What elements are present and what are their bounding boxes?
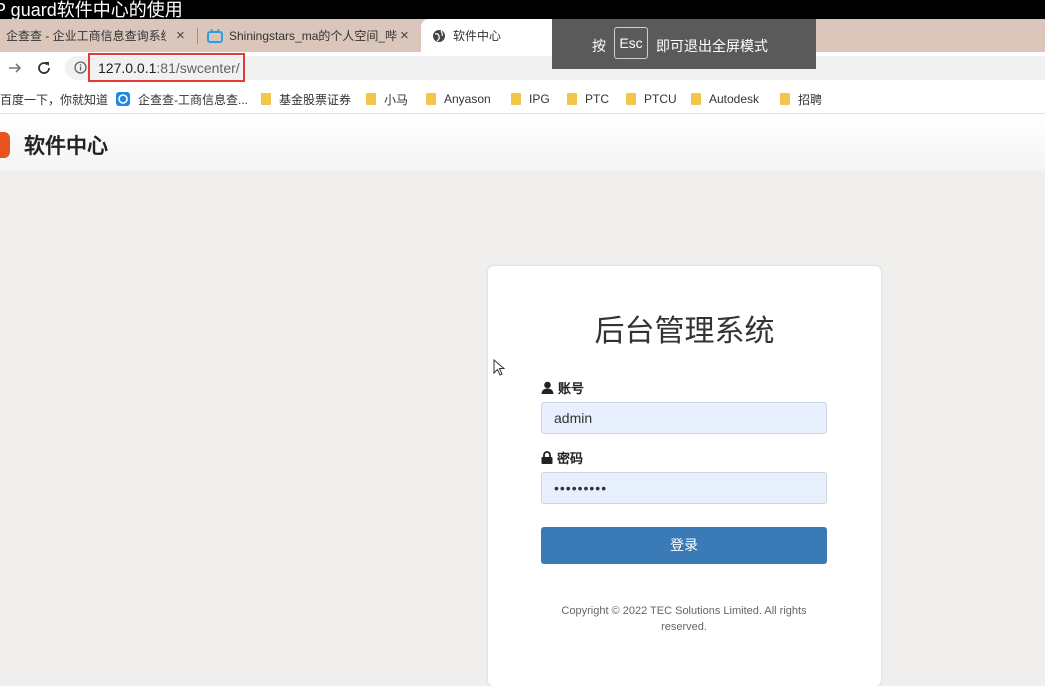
bookmark-folder[interactable]: Anyason [426, 91, 491, 107]
window-title-bar: P guard软件中心的使用 [0, 0, 1045, 19]
bookmark-label: 百度一下，你就知道 [0, 92, 109, 107]
tab-label: 企查查 - 企业工商信息查询系统 [6, 29, 166, 43]
bookmark-label: IPG [529, 92, 550, 106]
folder-icon [780, 93, 790, 105]
tab-qichacha[interactable]: 企查查 - 企业工商信息查询系统 × [0, 19, 196, 52]
mouse-cursor-icon [493, 359, 505, 376]
password-label-text: 密码 [557, 451, 584, 466]
fullscreen-toast: 按 Esc 即可退出全屏模式 [552, 19, 816, 69]
url-highlight-box [88, 53, 245, 82]
tab-close-icon[interactable]: × [176, 27, 185, 44]
bookmark-folder[interactable]: PTCU [626, 91, 677, 107]
bookmark-label: PTCU [644, 92, 677, 106]
bookmark-baidu[interactable]: 百度一下，你就知道 [0, 91, 108, 107]
window-title: P guard软件中心的使用 [0, 0, 183, 19]
bookmark-qichacha[interactable]: 企查查-工商信息查... [116, 91, 248, 107]
site-logo [0, 132, 10, 158]
bookmark-folder[interactable]: 小马 [366, 91, 408, 107]
toast-prefix: 按 [592, 38, 606, 54]
forward-arrow-icon[interactable] [7, 60, 23, 76]
bookmark-label: 基金股票证券 [279, 92, 352, 107]
folder-icon [626, 93, 636, 105]
folder-icon [366, 93, 376, 105]
account-label: 账号 [541, 378, 584, 397]
reload-icon[interactable] [36, 60, 52, 76]
tab-label: 软件中心 [453, 29, 502, 43]
folder-icon [567, 93, 577, 105]
copyright-line: reserved. [661, 621, 707, 633]
bookmark-label: 小马 [384, 92, 409, 107]
bookmark-folder[interactable]: 招聘 [780, 91, 822, 107]
bookmark-label: 招聘 [798, 92, 823, 107]
globe-icon [433, 29, 445, 42]
bookmark-label: Autodesk [709, 92, 760, 106]
site-header [0, 114, 1045, 171]
info-icon[interactable] [74, 61, 87, 74]
bookmark-folder[interactable]: IPG [511, 91, 550, 107]
tab-strip: 企查查 - 企业工商信息查询系统 × Shiningstars_ma的个人空间_… [0, 19, 1045, 52]
bookmark-label: 企查查-工商信息查... [138, 92, 248, 107]
login-button[interactable]: 登录 [541, 527, 827, 564]
user-icon [541, 381, 554, 394]
folder-icon [511, 93, 521, 105]
bilibili-icon [207, 28, 223, 43]
bookmark-label: Anyason [444, 92, 491, 106]
tab-separator [197, 28, 198, 44]
folder-icon [426, 93, 436, 105]
folder-icon [691, 93, 701, 105]
esc-key-badge: Esc [614, 27, 648, 59]
site-title: 软件中心 [24, 135, 108, 158]
qichacha-icon [116, 92, 130, 106]
bookmark-folder[interactable]: Autodesk [691, 91, 759, 107]
lock-icon [541, 451, 553, 464]
bookmark-folder[interactable]: PTC [567, 91, 609, 107]
tab-close-icon[interactable]: × [400, 27, 409, 44]
bookmarks-bar: 百度一下，你就知道 企查查-工商信息查... 基金股票证券 小马 Anyason… [0, 85, 1045, 114]
login-title: 后台管理系统 [594, 315, 775, 348]
account-input[interactable]: admin [541, 402, 827, 434]
account-label-text: 账号 [558, 381, 585, 396]
folder-icon [261, 93, 271, 105]
password-label: 密码 [541, 448, 583, 467]
tab-bilibili[interactable]: Shiningstars_ma的个人空间_哔 × [199, 19, 421, 52]
copyright-line: Copyright © 2022 TEC Solutions Limited. … [561, 605, 807, 617]
bookmark-label: PTC [585, 92, 609, 106]
tab-label: Shiningstars_ma的个人空间_哔 [229, 29, 397, 43]
bookmark-folder[interactable]: 基金股票证券 [261, 91, 351, 107]
toast-suffix: 即可退出全屏模式 [656, 38, 768, 54]
password-input[interactable]: ••••••••• [541, 472, 827, 504]
copyright-text: Copyright © 2022 TEC Solutions Limited. … [548, 603, 820, 635]
